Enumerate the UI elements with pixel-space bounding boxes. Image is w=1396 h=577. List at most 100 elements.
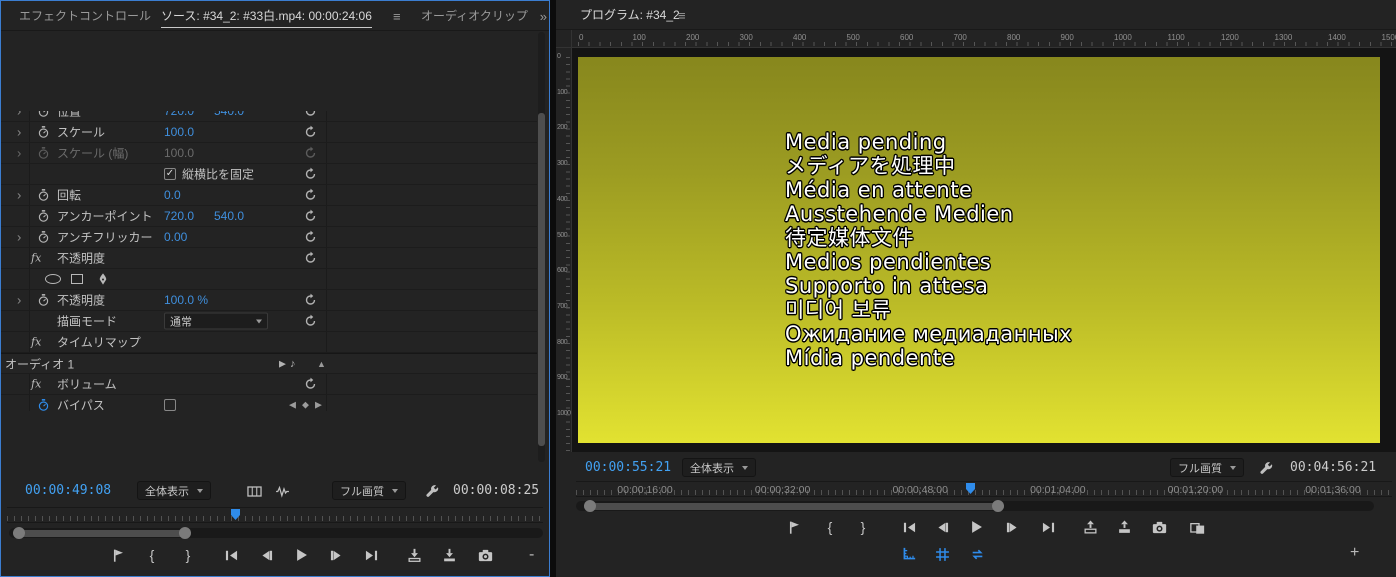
snap-in-program-button[interactable] <box>966 543 988 565</box>
blend-mode-select[interactable]: 通常 <box>164 312 268 330</box>
source-mini-timeline-ruler[interactable] <box>7 507 543 523</box>
ellipse-mask-icon[interactable] <box>45 274 61 284</box>
param-value[interactable]: 100.0 <box>164 125 194 139</box>
param-value-x[interactable]: 720.0 <box>164 111 194 118</box>
button-editor-toggle[interactable]: - <box>529 546 534 564</box>
stopwatch-icon[interactable] <box>37 210 50 223</box>
step-forward-button[interactable] <box>325 544 347 566</box>
reset-icon[interactable] <box>304 210 317 223</box>
zoom-level-select[interactable]: 全体表示 <box>682 458 756 477</box>
stopwatch-icon[interactable] <box>37 294 50 307</box>
current-timecode[interactable]: 00:00:55:21 <box>585 460 671 475</box>
reset-icon[interactable] <box>304 147 317 160</box>
program-timeline-ruler[interactable]: 00:00;16:00 00:00;32:00 00:00;48:00 00:01;0… <box>576 481 1392 497</box>
mark-in-button[interactable]: { <box>141 544 163 566</box>
reset-icon[interactable] <box>304 315 317 328</box>
settings-wrench-icon[interactable] <box>1256 458 1276 478</box>
step-forward-button[interactable] <box>1001 516 1023 538</box>
go-to-out-button[interactable] <box>360 544 382 566</box>
comparison-view-button[interactable] <box>1186 516 1208 538</box>
scrollbar-handle-left[interactable] <box>584 500 596 512</box>
tab-program[interactable]: プログラム: #34_2 <box>580 0 680 29</box>
overwrite-button[interactable] <box>438 544 460 566</box>
expand-icon[interactable]: › <box>17 230 21 245</box>
fx-badge[interactable]: fx <box>31 252 41 265</box>
fx-badge[interactable]: fx <box>31 378 41 391</box>
current-timecode[interactable]: 00:00:49:08 <box>25 483 111 498</box>
scrollbar-thumb[interactable] <box>13 529 191 537</box>
expand-icon[interactable]: › <box>17 111 21 119</box>
scrollbar-handle-left[interactable] <box>13 527 25 539</box>
go-to-in-button[interactable] <box>898 516 920 538</box>
reset-icon[interactable] <box>304 126 317 139</box>
drag-video-only-icon[interactable] <box>244 481 264 501</box>
reset-icon[interactable] <box>304 252 317 265</box>
param-value-x[interactable]: 720.0 <box>164 209 194 223</box>
mark-in-button[interactable]: { <box>819 516 841 538</box>
expand-icon[interactable]: › <box>17 146 21 161</box>
tab-source[interactable]: ソース: #34_2: #33白.mp4: 00:00:24:06 <box>161 1 372 30</box>
expand-icon[interactable]: › <box>17 188 21 203</box>
export-frame-button[interactable] <box>1148 516 1170 538</box>
step-back-button[interactable] <box>931 516 953 538</box>
stopwatch-icon[interactable] <box>37 231 50 244</box>
scrollbar-thumb[interactable] <box>538 113 545 446</box>
add-keyframe-icon[interactable]: ◆ <box>302 400 309 411</box>
next-keyframe-icon[interactable]: ▶ <box>315 400 322 411</box>
export-frame-button[interactable] <box>474 544 496 566</box>
mark-out-button[interactable]: } <box>852 516 874 538</box>
reset-icon[interactable] <box>304 189 317 202</box>
bypass-checkbox[interactable] <box>164 399 176 411</box>
button-editor-toggle[interactable]: + <box>1350 544 1359 562</box>
add-marker-button[interactable] <box>107 544 129 566</box>
expand-icon[interactable]: › <box>17 293 21 308</box>
reset-icon[interactable] <box>304 168 317 181</box>
step-back-button[interactable] <box>255 544 277 566</box>
panel-menu-icon[interactable]: ≡ <box>393 9 401 24</box>
effects-scrollbar[interactable] <box>538 32 545 462</box>
lift-button[interactable] <box>1079 516 1101 538</box>
h-ruler[interactable]: 0 100 200 300 400 500 600 700 800 900 1000 1100 1200… <box>572 30 1396 48</box>
tab-overflow-icon[interactable]: » <box>540 9 547 24</box>
audio-preview-icon[interactable]: ▶ <box>279 358 286 369</box>
reset-icon[interactable] <box>304 378 317 391</box>
show-rulers-button[interactable] <box>897 543 919 565</box>
go-to-in-button[interactable] <box>220 544 242 566</box>
prev-keyframe-icon[interactable]: ◀ <box>289 400 296 411</box>
stopwatch-icon[interactable] <box>37 126 50 139</box>
reset-icon[interactable] <box>304 111 317 118</box>
playback-quality-select[interactable]: フル画質 <box>1170 458 1244 477</box>
go-to-out-button[interactable] <box>1037 516 1059 538</box>
mark-out-button[interactable]: } <box>177 544 199 566</box>
settings-wrench-icon[interactable] <box>422 481 442 501</box>
param-value[interactable]: 100.0 % <box>164 293 208 307</box>
stopwatch-icon[interactable] <box>37 147 50 160</box>
scrollbar-handle-right[interactable] <box>992 500 1004 512</box>
zoom-scrollbar[interactable] <box>9 527 543 539</box>
show-guides-button[interactable] <box>931 543 953 565</box>
scrollbar-thumb[interactable] <box>584 502 1004 510</box>
stopwatch-icon[interactable] <box>37 111 50 118</box>
add-marker-button[interactable] <box>783 516 805 538</box>
play-button[interactable] <box>290 544 312 566</box>
stopwatch-icon[interactable] <box>37 189 50 202</box>
scrollbar-handle-right[interactable] <box>179 527 191 539</box>
extract-button[interactable] <box>1113 516 1135 538</box>
expand-icon[interactable]: › <box>17 125 21 140</box>
collapse-track-icon[interactable]: ▲ <box>317 359 326 369</box>
drag-audio-only-icon[interactable] <box>272 481 292 501</box>
param-value-y[interactable]: 540.0 <box>214 209 244 223</box>
play-button[interactable] <box>965 516 987 538</box>
zoom-level-select[interactable]: 全体表示 <box>137 481 211 500</box>
uniform-scale-checkbox[interactable]: ✓ <box>164 168 176 180</box>
tab-audio-clip-mixer[interactable]: オーディオクリップ <box>421 1 528 30</box>
reset-icon[interactable] <box>304 231 317 244</box>
rect-mask-icon[interactable] <box>71 274 83 284</box>
reset-icon[interactable] <box>304 294 317 307</box>
panel-menu-icon[interactable]: ≡ <box>678 8 686 23</box>
playback-quality-select[interactable]: フル画質 <box>332 481 406 500</box>
tab-effect-controls[interactable]: エフェクトコントロール <box>19 1 151 30</box>
v-ruler[interactable]: 0 100 200 300 400 500 600 700 800 900 1000 <box>556 48 572 452</box>
param-value-y[interactable]: 540.0 <box>214 111 244 118</box>
param-value[interactable]: 0.0 <box>164 188 181 202</box>
